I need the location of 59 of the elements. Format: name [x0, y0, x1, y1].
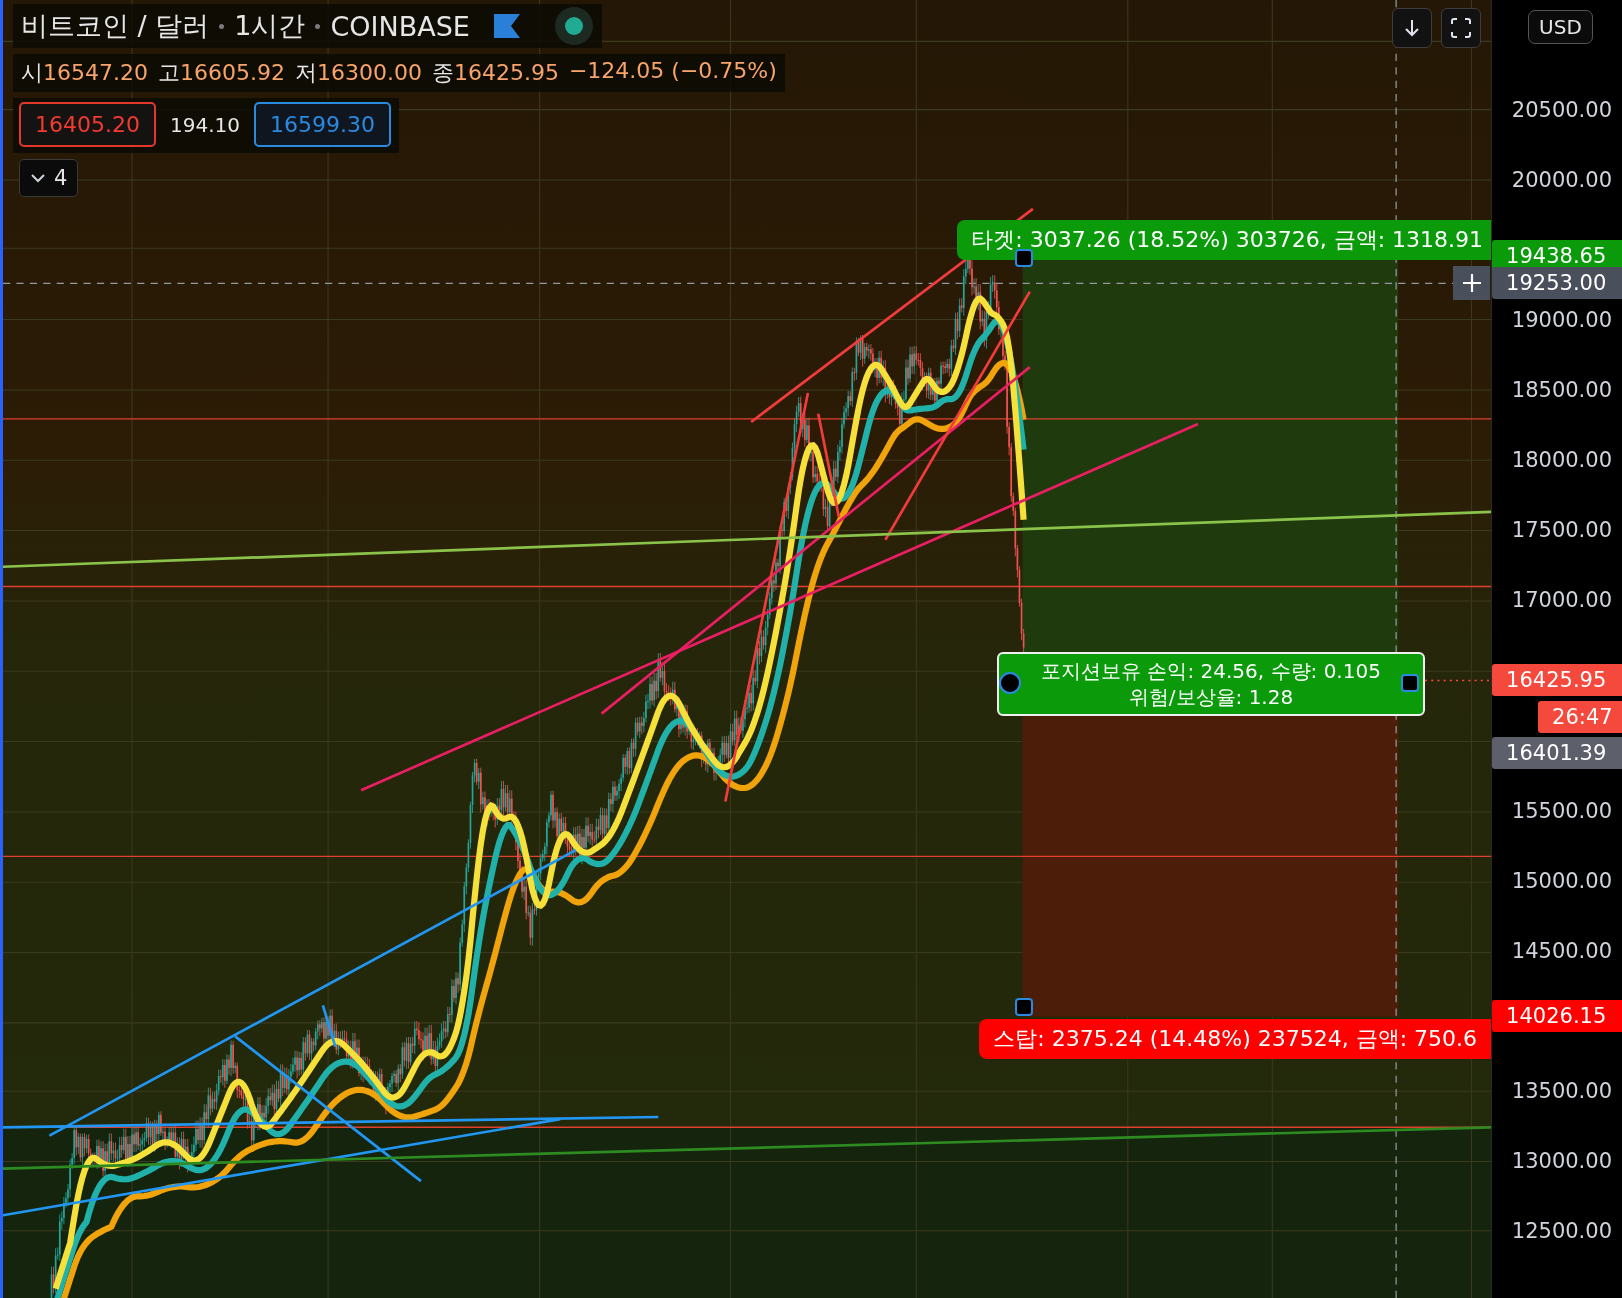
- last-price-line: [1424, 679, 1492, 682]
- status-dot-icon[interactable]: [553, 6, 594, 46]
- position-status-text: 포지션보유 손익: 24.56, 수량: 0.105: [1041, 658, 1381, 684]
- currency-button[interactable]: USD: [1528, 10, 1593, 44]
- trend-line[interactable]: [234, 1035, 422, 1183]
- price-tick-label: 20000.00: [1511, 167, 1612, 194]
- price-axis-label: 19253.00: [1492, 267, 1622, 299]
- trend-line[interactable]: [48, 848, 577, 1137]
- price-tick-label: 19000.00: [1511, 307, 1612, 334]
- trend-line[interactable]: [816, 413, 841, 518]
- flag-icon[interactable]: [493, 14, 520, 38]
- trend-line[interactable]: [3, 1126, 1492, 1171]
- trend-line[interactable]: [884, 291, 1031, 541]
- down-arrow-button[interactable]: [1392, 8, 1432, 48]
- target-label: 타겟: 3037.26 (18.52%) 303726, 금액: 1318.91: [957, 220, 1492, 260]
- trend-line[interactable]: [3, 1117, 561, 1217]
- price-tick-label: 17000.00: [1511, 587, 1612, 614]
- price-axis-label: 14026.15: [1492, 1000, 1622, 1032]
- trend-line[interactable]: [321, 1004, 337, 1048]
- stop-label: 스탑: 2375.24 (14.48%) 237524, 금액: 750.6: [979, 1019, 1492, 1059]
- price-tick-label: 20500.00: [1511, 97, 1612, 123]
- position-status-text: 위험/보상율: 1.28: [1128, 684, 1294, 710]
- drag-handle[interactable]: [1015, 249, 1033, 267]
- drag-handle[interactable]: [1015, 998, 1033, 1016]
- spread-value: 194.10: [170, 112, 240, 137]
- ohlc-value: 시 16547.20: [21, 59, 148, 87]
- trend-line[interactable]: [3, 510, 1492, 569]
- price-tick-label: 17500.00: [1511, 517, 1612, 544]
- trend-line[interactable]: [724, 392, 810, 802]
- interval-label: 1시간: [234, 9, 306, 43]
- drag-handle[interactable]: [1401, 674, 1419, 692]
- price-tick-label: 15500.00: [1511, 797, 1612, 824]
- price-tick-label: 14500.00: [1511, 937, 1612, 964]
- ohlc-value: 종16425.95: [431, 59, 559, 87]
- trend-line[interactable]: [600, 366, 1031, 715]
- ohlc-value: 고16605.92: [158, 59, 285, 87]
- price-tick-label: 18000.00: [1511, 447, 1612, 474]
- price-axis-label: 16425.95: [1492, 664, 1622, 696]
- price-tick-label: 12500.00: [1511, 1217, 1612, 1244]
- price-axis-label: 26:47: [1538, 701, 1622, 733]
- fullscreen-button[interactable]: [1441, 8, 1481, 48]
- down-arrow-icon: [1402, 18, 1422, 38]
- price-tick-label: 18500.00: [1511, 377, 1612, 404]
- sell-price-button[interactable]: 16405.20: [19, 102, 156, 147]
- buy-price-button[interactable]: 16599.30: [253, 102, 391, 147]
- indicators-toggle-button[interactable]: 4: [19, 159, 79, 197]
- chevron-down-icon: [30, 173, 46, 183]
- plus-icon: [1461, 273, 1482, 293]
- exchange-name: COINBASE: [330, 10, 470, 42]
- ohlc-value: 저 16300.00: [294, 59, 422, 87]
- price-axis-label: 16401.39: [1492, 737, 1622, 769]
- add-button[interactable]: [1453, 266, 1490, 300]
- trend-line[interactable]: [3, 1115, 659, 1129]
- price-tick-label: 13500.00: [1511, 1077, 1612, 1104]
- fullscreen-icon: [1450, 17, 1472, 39]
- price-tick-label: 15000.00: [1511, 867, 1612, 894]
- price-tick-label: 13000.00: [1511, 1147, 1612, 1174]
- change-value: −124.05 (−0.75%): [568, 58, 777, 85]
- symbol-name: 비트코인 / 달러: [21, 9, 210, 43]
